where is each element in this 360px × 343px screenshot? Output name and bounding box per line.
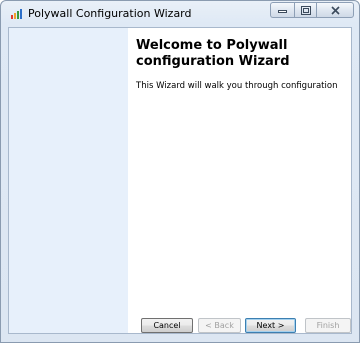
close-icon xyxy=(330,5,340,15)
wizard-side-panel xyxy=(9,28,128,333)
finish-button[interactable]: Finish xyxy=(305,318,351,333)
window-title: Polywall Configuration Wizard xyxy=(28,7,192,20)
page-title: Welcome to Polywall configuration Wizard xyxy=(136,38,290,69)
close-button[interactable] xyxy=(316,2,354,18)
back-button[interactable]: < Back xyxy=(198,318,241,333)
minimize-icon xyxy=(278,10,287,13)
page-description: This Wizard will walk you through config… xyxy=(136,81,338,91)
wizard-client-area: Welcome to Polywall configuration Wizard… xyxy=(8,27,352,334)
maximize-icon xyxy=(300,5,311,15)
caption-buttons xyxy=(270,2,354,20)
wizard-window: Polywall Configuration Wizard Welcome to… xyxy=(0,0,360,343)
next-button[interactable]: Next > xyxy=(245,318,296,333)
cancel-button[interactable]: Cancel xyxy=(141,318,193,333)
title-bar[interactable]: Polywall Configuration Wizard xyxy=(1,1,359,27)
maximize-button[interactable] xyxy=(294,2,316,18)
minimize-button[interactable] xyxy=(270,2,294,18)
wizard-content: Welcome to Polywall configuration Wizard… xyxy=(136,38,346,91)
polywall-bars-icon xyxy=(11,9,22,19)
